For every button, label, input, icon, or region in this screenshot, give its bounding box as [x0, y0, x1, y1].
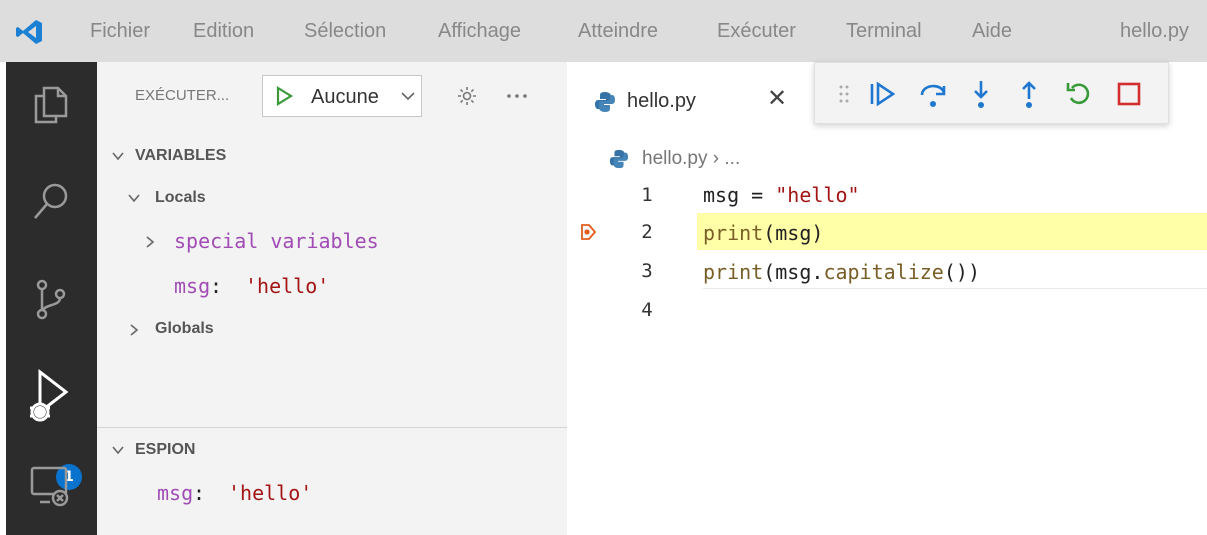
debug-sidebar: EXÉCUTER... Aucune VARIABLES Locals spec… — [97, 62, 567, 535]
activity-bar: 1 — [6, 62, 97, 535]
close-icon[interactable]: ✕ — [767, 84, 787, 112]
search-icon[interactable] — [28, 178, 74, 224]
chevron-down-icon — [401, 92, 415, 101]
breadcrumb[interactable]: hello.py › ... — [642, 148, 740, 170]
restart-icon[interactable] — [1063, 78, 1095, 110]
remote-explorer-icon[interactable] — [26, 462, 72, 508]
editor-area: hello.py ✕ hello.py › ... 1 2 3 4 msg = … — [567, 62, 1207, 535]
explorer-icon[interactable] — [28, 80, 74, 126]
step-into-icon[interactable] — [965, 78, 997, 110]
watch-expression-separator: : — [193, 481, 206, 505]
chevron-down-icon[interactable] — [127, 193, 141, 203]
python-file-icon — [609, 149, 629, 169]
chevron-down-icon[interactable] — [111, 445, 125, 455]
run-debug-icon[interactable] — [24, 368, 80, 428]
special-variables-item[interactable]: special variables — [174, 229, 379, 253]
local-variable-value[interactable]: 'hello' — [245, 274, 329, 298]
menu-bar: Fichier Edition Sélection Affichage Atte… — [0, 0, 1207, 62]
source-control-icon[interactable] — [28, 276, 74, 322]
chevron-down-icon[interactable] — [111, 151, 125, 161]
section-divider — [97, 427, 567, 428]
watch-section-title[interactable]: ESPION — [135, 441, 195, 459]
window-title: hello.py — [1120, 20, 1189, 42]
line-separator — [703, 288, 1207, 289]
tab-label: hello.py — [627, 90, 696, 112]
menu-go[interactable]: Atteindre — [578, 20, 658, 43]
code-line[interactable]: print(msg) — [703, 221, 823, 245]
menu-help[interactable]: Aide — [972, 20, 1012, 43]
sidebar-header: EXÉCUTER... — [135, 87, 230, 104]
gear-icon[interactable] — [456, 85, 478, 107]
watch-expression-value[interactable]: 'hello' — [228, 481, 312, 505]
menu-edit[interactable]: Edition — [193, 20, 254, 43]
line-number: 1 — [641, 184, 653, 206]
start-debugging-icon[interactable] — [273, 85, 295, 107]
menu-selection[interactable]: Sélection — [304, 20, 386, 43]
chevron-right-icon[interactable] — [129, 323, 139, 337]
line-number: 3 — [641, 260, 653, 282]
stop-icon[interactable] — [1113, 78, 1145, 110]
globals-scope[interactable]: Globals — [155, 320, 214, 338]
menu-run[interactable]: Exécuter — [717, 20, 796, 43]
menu-view[interactable]: Affichage — [438, 20, 521, 43]
local-variable-separator: : — [210, 274, 223, 298]
drag-handle-icon[interactable] — [838, 84, 850, 104]
breadcrumb-rest[interactable]: › ... — [713, 148, 740, 169]
chevron-right-icon[interactable] — [145, 235, 155, 249]
line-number: 2 — [641, 221, 653, 243]
debug-toolbar — [814, 62, 1169, 124]
watch-expression-name: msg — [157, 481, 194, 505]
editor-tab[interactable]: hello.py ✕ — [567, 62, 803, 136]
variables-section-title[interactable]: VARIABLES — [135, 147, 226, 165]
vscode-logo-icon — [16, 20, 42, 44]
menu-file[interactable]: Fichier — [90, 20, 150, 43]
launch-config-value: Aucune — [311, 86, 379, 108]
code-line[interactable]: print(msg.capitalize()) — [703, 260, 980, 284]
more-actions-icon[interactable] — [506, 92, 528, 100]
local-variable-name: msg — [174, 274, 211, 298]
menu-terminal[interactable]: Terminal — [846, 20, 922, 43]
step-out-icon[interactable] — [1013, 78, 1045, 110]
breadcrumb-file[interactable]: hello.py — [642, 148, 708, 169]
step-over-icon[interactable] — [917, 78, 949, 110]
breakpoint-paused-icon[interactable] — [579, 223, 597, 241]
python-file-icon — [595, 92, 615, 112]
launch-config-dropdown[interactable]: Aucune — [262, 75, 422, 117]
code-line[interactable]: msg = "hello" — [703, 183, 860, 207]
line-number: 4 — [641, 299, 653, 321]
continue-icon[interactable] — [866, 78, 898, 110]
locals-scope[interactable]: Locals — [155, 189, 206, 207]
